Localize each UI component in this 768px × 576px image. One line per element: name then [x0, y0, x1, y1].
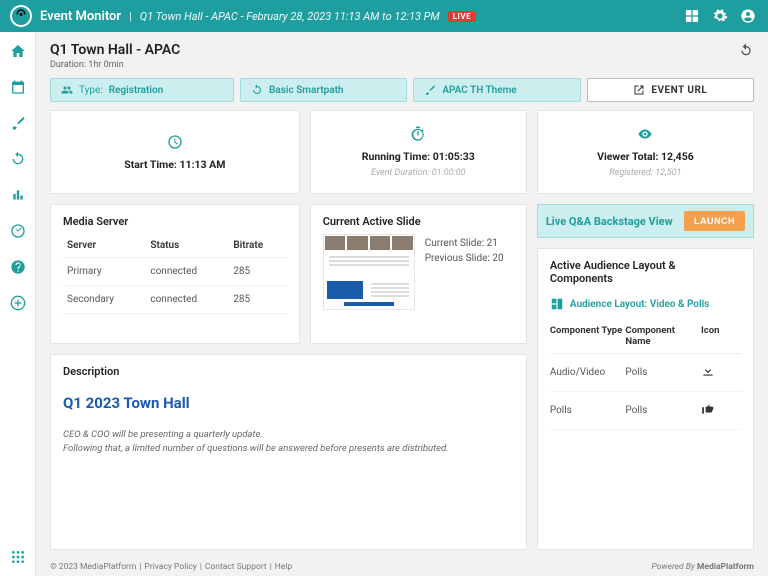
stat-start-value: 11:13 AM	[180, 158, 226, 171]
component-header: Component Type Component Name Icon	[550, 319, 741, 354]
sidebar-calendar-icon[interactable]	[7, 76, 29, 98]
stat-start-label: Start Time:	[124, 158, 177, 171]
people-icon	[61, 84, 73, 96]
account-icon[interactable]	[738, 6, 758, 26]
footer-contact-link[interactable]: Contact Support	[205, 562, 267, 572]
sidebar-apps-icon[interactable]	[7, 546, 29, 568]
active-slide-card: Current Active Slide Current Slide: 21 P…	[310, 204, 527, 344]
pill-url-label: EVENT URL	[651, 85, 707, 96]
sidebar-add-icon[interactable]	[7, 292, 29, 314]
table-row: Primary connected 285	[63, 258, 287, 286]
footer-help-link[interactable]: Help	[275, 562, 292, 572]
col-server: Server	[63, 234, 146, 258]
event-subtitle: Q1 Town Hall - APAC - February 28, 2023 …	[140, 10, 440, 23]
audience-layout-sub: Audience Layout: Video & Polls	[550, 297, 741, 311]
slide-current-label: Current Slide:	[425, 238, 484, 249]
slide-info: Current Slide: 21 Previous Slide: 20	[425, 234, 504, 268]
stat-start-time: Start Time: 11:13 AM	[50, 110, 300, 194]
pill-event-url[interactable]: EVENT URL	[587, 78, 754, 102]
pill-theme-label: APAC TH Theme	[442, 85, 516, 96]
pill-smartpath-label: Basic Smartpath	[269, 85, 343, 96]
topbar: Event Monitor | Q1 Town Hall - APAC - Fe…	[0, 0, 768, 32]
sidebar-loop-icon[interactable]	[7, 148, 29, 170]
thumbs-up-icon	[701, 402, 741, 419]
sidebar-brush-icon[interactable]	[7, 112, 29, 134]
sidebar-help-icon[interactable]	[7, 256, 29, 278]
page-header: Q1 Town Hall - APAC Duration: 1hr 0min	[50, 42, 754, 70]
brush-icon	[424, 84, 436, 96]
media-server-table: Server Status Bitrate Primary connected …	[63, 234, 287, 314]
sidebar-analytics-icon[interactable]	[7, 184, 29, 206]
pill-smartpath[interactable]: Basic Smartpath	[240, 78, 407, 102]
content-grid: Start Time: 11:13 AM Running Time: 01:05…	[50, 110, 754, 550]
active-slide-title: Current Active Slide	[323, 215, 514, 228]
stat-viewers-sub: Registered: 12,501	[609, 168, 681, 178]
launch-button[interactable]: LAUNCH	[684, 211, 745, 231]
settings-icon[interactable]	[710, 6, 730, 26]
stat-viewers-label: Viewer Total:	[597, 150, 658, 163]
slide-current-value: 21	[487, 238, 498, 249]
stat-running-sub: Event Duration: 01:00:00	[371, 168, 466, 178]
stat-viewers: Viewer Total: 12,456 Registered: 12,501	[537, 110, 754, 194]
footer-copyright: © 2023 MediaPlatform	[50, 562, 136, 572]
qa-backstage-bar: Live Q&A Backstage View LAUNCH	[537, 204, 754, 238]
dashboard-icon[interactable]	[682, 6, 702, 26]
slide-prev-label: Previous Slide:	[425, 253, 490, 264]
description-title: Q1 2023 Town Hall	[63, 394, 514, 412]
table-row: Secondary connected 285	[63, 286, 287, 314]
slide-thumbnail[interactable]	[323, 234, 415, 310]
footer-powered: Powered By MediaPlatform	[652, 562, 754, 572]
stat-running-value: 01:05:33	[433, 150, 475, 163]
col-bitrate: Bitrate	[229, 234, 286, 258]
footer: © 2023 MediaPlatform | Privacy Policy | …	[36, 558, 768, 576]
audience-layout-title: Active Audience Layout & Components	[550, 259, 741, 285]
brand-title: Event Monitor	[40, 9, 121, 24]
description-card: Description Q1 2023 Town Hall CEO & COO …	[50, 354, 527, 550]
main-content: Q1 Town Hall - APAC Duration: 1hr 0min T…	[36, 32, 768, 558]
open-icon	[633, 84, 645, 96]
col-status: Status	[146, 234, 229, 258]
pill-type-value: Registration	[109, 85, 164, 96]
qa-title: Live Q&A Backstage View	[546, 215, 678, 228]
description-heading: Description	[63, 365, 514, 378]
component-row: Audio/Video Polls	[550, 354, 741, 392]
topbar-divider: |	[129, 10, 132, 23]
slide-prev-value: 20	[492, 253, 503, 264]
eye-icon	[637, 126, 653, 145]
media-server-card: Media Server Server Status Bitrate Prima…	[50, 204, 300, 344]
download-icon	[701, 364, 741, 381]
stat-running-label: Running Time:	[362, 150, 430, 163]
timer-icon	[410, 126, 426, 145]
media-server-title: Media Server	[63, 215, 287, 228]
pill-type[interactable]: Type: Registration	[50, 78, 234, 102]
page-title: Q1 Town Hall - APAC	[50, 42, 180, 58]
pill-row: Type: Registration Basic Smartpath APAC …	[50, 78, 754, 102]
description-body: CEO & COO will be presenting a quarterly…	[63, 428, 514, 457]
right-column: Live Q&A Backstage View LAUNCH Active Au…	[537, 204, 754, 550]
refresh-button[interactable]	[738, 42, 754, 61]
stat-running-time: Running Time: 01:05:33 Event Duration: 0…	[310, 110, 527, 194]
sidebar-target-icon[interactable]	[7, 220, 29, 242]
pill-type-prefix: Type:	[79, 85, 103, 96]
sidebar	[0, 32, 36, 576]
audience-layout-card: Active Audience Layout & Components Audi…	[537, 248, 754, 550]
loop-icon	[251, 84, 263, 96]
live-badge: LIVE	[448, 11, 476, 22]
footer-privacy-link[interactable]: Privacy Policy	[144, 562, 196, 572]
page-duration: Duration: 1hr 0min	[50, 60, 180, 70]
pill-theme[interactable]: APAC TH Theme	[413, 78, 580, 102]
clock-icon	[167, 134, 183, 153]
brand-logo-icon	[10, 5, 32, 27]
component-row: Polls Polls	[550, 392, 741, 430]
sidebar-home-icon[interactable]	[7, 40, 29, 62]
stat-viewers-value: 12,456	[661, 150, 694, 163]
layout-icon	[550, 297, 564, 311]
